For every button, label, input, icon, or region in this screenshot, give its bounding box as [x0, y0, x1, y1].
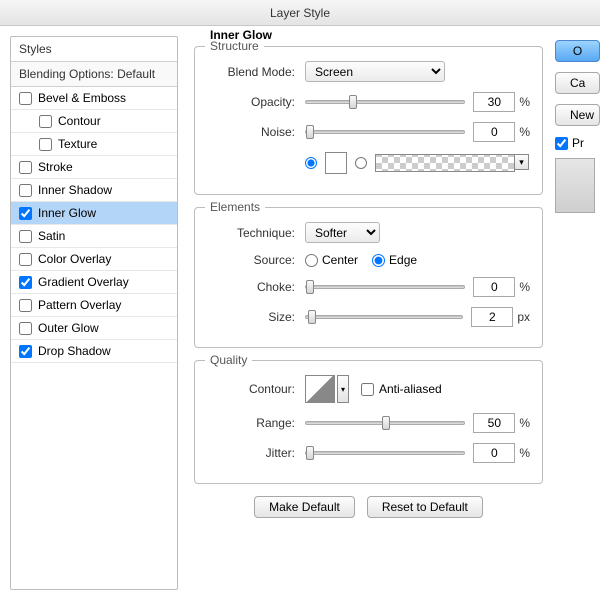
- gradient-dropdown-icon[interactable]: ▾: [515, 154, 529, 170]
- size-label: Size:: [207, 310, 305, 324]
- technique-select[interactable]: Softer: [305, 222, 380, 243]
- technique-label: Technique:: [207, 226, 305, 240]
- style-checkbox[interactable]: [19, 299, 32, 312]
- elements-title: Elements: [205, 200, 265, 214]
- source-center-radio[interactable]: [305, 254, 318, 267]
- contour-swatch[interactable]: [305, 375, 335, 403]
- choke-label: Choke:: [207, 280, 305, 294]
- gradient-radio[interactable]: [355, 157, 367, 169]
- unit-percent: %: [519, 95, 530, 109]
- title-bar: Layer Style: [0, 0, 600, 26]
- range-label: Range:: [207, 416, 305, 430]
- noise-input[interactable]: [473, 122, 515, 142]
- range-slider[interactable]: [305, 421, 465, 425]
- color-radio[interactable]: [305, 157, 317, 169]
- style-checkbox[interactable]: [19, 92, 32, 105]
- blending-options-item[interactable]: Blending Options: Default: [11, 62, 177, 87]
- style-checkbox[interactable]: [19, 253, 32, 266]
- style-label: Inner Glow: [38, 206, 96, 220]
- style-label: Gradient Overlay: [38, 275, 129, 289]
- content: Styles Blending Options: Default Bevel &…: [0, 26, 600, 600]
- right-buttons: O Ca New Pr: [555, 36, 600, 590]
- opacity-slider[interactable]: [305, 100, 465, 104]
- blend-mode-select[interactable]: Screen: [305, 61, 445, 82]
- style-label: Outer Glow: [38, 321, 99, 335]
- opacity-input[interactable]: [473, 92, 515, 112]
- preview-label: Pr: [572, 136, 584, 150]
- anti-aliased-checkbox[interactable]: [361, 383, 374, 396]
- styles-header[interactable]: Styles: [11, 37, 177, 62]
- color-swatch[interactable]: [325, 152, 347, 174]
- gradient-swatch[interactable]: [375, 154, 515, 172]
- style-item-satin[interactable]: Satin: [11, 225, 177, 248]
- style-label: Drop Shadow: [38, 344, 111, 358]
- jitter-label: Jitter:: [207, 446, 305, 460]
- noise-label: Noise:: [207, 125, 305, 139]
- contour-dropdown-icon[interactable]: ▾: [337, 375, 349, 403]
- style-item-color-overlay[interactable]: Color Overlay: [11, 248, 177, 271]
- blend-mode-label: Blend Mode:: [207, 65, 305, 79]
- preview-swatch: [555, 158, 595, 213]
- range-input[interactable]: [473, 413, 515, 433]
- style-item-bevel-emboss[interactable]: Bevel & Emboss: [11, 87, 177, 110]
- style-checkbox[interactable]: [39, 138, 52, 151]
- layer-style-dialog: Layer Style Styles Blending Options: Def…: [0, 0, 600, 600]
- style-label: Satin: [38, 229, 65, 243]
- choke-slider[interactable]: [305, 285, 465, 289]
- contour-label: Contour:: [207, 382, 305, 396]
- settings-panel: Inner Glow Structure Blend Mode: Screen …: [194, 36, 555, 590]
- style-checkbox[interactable]: [19, 184, 32, 197]
- style-checkbox[interactable]: [19, 207, 32, 220]
- ok-button[interactable]: O: [555, 40, 600, 62]
- style-checkbox[interactable]: [19, 230, 32, 243]
- reset-default-button[interactable]: Reset to Default: [367, 496, 483, 518]
- style-item-drop-shadow[interactable]: Drop Shadow: [11, 340, 177, 363]
- jitter-slider[interactable]: [305, 451, 465, 455]
- style-label: Pattern Overlay: [38, 298, 121, 312]
- cancel-button[interactable]: Ca: [555, 72, 600, 94]
- quality-group: Quality Contour: ▾ Anti-aliased Range:: [194, 360, 543, 484]
- size-input[interactable]: [471, 307, 513, 327]
- structure-group: Structure Blend Mode: Screen Opacity: % …: [194, 46, 543, 195]
- style-item-pattern-overlay[interactable]: Pattern Overlay: [11, 294, 177, 317]
- style-checkbox[interactable]: [19, 276, 32, 289]
- structure-title: Structure: [205, 39, 264, 53]
- choke-input[interactable]: [473, 277, 515, 297]
- new-style-button[interactable]: New: [555, 104, 600, 126]
- source-label: Source:: [207, 253, 305, 267]
- window-title: Layer Style: [270, 6, 330, 20]
- elements-group: Elements Technique: Softer Source: Cente…: [194, 207, 543, 348]
- style-label: Stroke: [38, 160, 73, 174]
- style-item-gradient-overlay[interactable]: Gradient Overlay: [11, 271, 177, 294]
- style-item-outer-glow[interactable]: Outer Glow: [11, 317, 177, 340]
- size-slider[interactable]: [305, 315, 463, 319]
- style-checkbox[interactable]: [19, 345, 32, 358]
- style-item-stroke[interactable]: Stroke: [11, 156, 177, 179]
- opacity-label: Opacity:: [207, 95, 305, 109]
- preview-checkbox[interactable]: [555, 137, 568, 150]
- style-label: Inner Shadow: [38, 183, 112, 197]
- make-default-button[interactable]: Make Default: [254, 496, 355, 518]
- style-label: Texture: [58, 137, 97, 151]
- jitter-input[interactable]: [473, 443, 515, 463]
- style-checkbox[interactable]: [39, 115, 52, 128]
- style-item-contour[interactable]: Contour: [11, 110, 177, 133]
- style-checkbox[interactable]: [19, 161, 32, 174]
- style-item-inner-glow[interactable]: Inner Glow: [11, 202, 177, 225]
- styles-list: Styles Blending Options: Default Bevel &…: [10, 36, 178, 590]
- noise-slider[interactable]: [305, 130, 465, 134]
- style-item-inner-shadow[interactable]: Inner Shadow: [11, 179, 177, 202]
- style-label: Bevel & Emboss: [38, 91, 126, 105]
- style-label: Color Overlay: [38, 252, 111, 266]
- style-checkbox[interactable]: [19, 322, 32, 335]
- style-item-texture[interactable]: Texture: [11, 133, 177, 156]
- quality-title: Quality: [205, 353, 252, 367]
- style-label: Contour: [58, 114, 101, 128]
- source-edge-radio[interactable]: [372, 254, 385, 267]
